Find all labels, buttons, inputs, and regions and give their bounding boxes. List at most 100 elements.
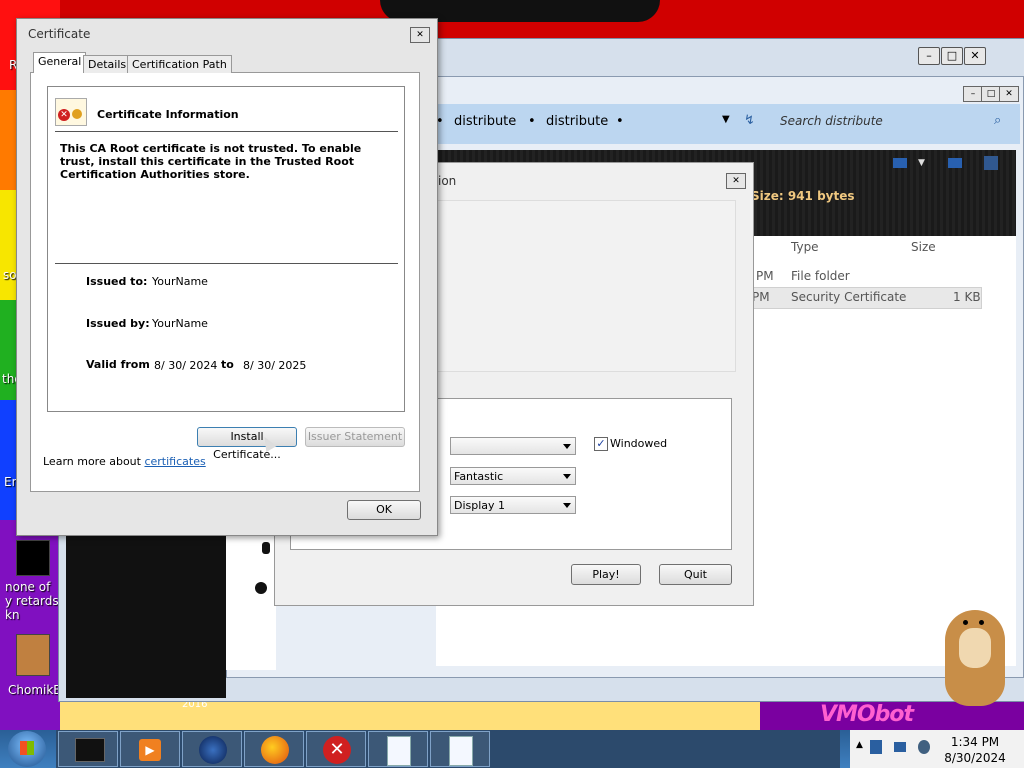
maximize-button[interactable]: □ bbox=[941, 47, 963, 65]
error-icon: ✕ bbox=[323, 736, 351, 764]
address-bar[interactable]: • distribute • distribute • ▼ ↯ Search d… bbox=[436, 104, 1020, 144]
valid-from-label: Valid from bbox=[86, 358, 150, 371]
dialog-title: Certificate bbox=[28, 27, 91, 41]
issuer-statement-button[interactable]: Issuer Statement bbox=[305, 427, 405, 447]
play-button[interactable]: Play! bbox=[571, 564, 641, 585]
desktop-icon-label[interactable]: none of y retards kn bbox=[5, 580, 61, 622]
column-header-size[interactable]: Size bbox=[911, 240, 936, 254]
valid-to-label: to bbox=[221, 358, 234, 371]
seal-icon bbox=[72, 109, 82, 119]
dropdown-arrow-icon bbox=[563, 474, 571, 479]
start-button[interactable] bbox=[8, 731, 46, 767]
taskbar-item-error[interactable]: ✕ bbox=[306, 731, 366, 767]
divider bbox=[55, 263, 398, 264]
issued-by-label: Issued by: bbox=[86, 317, 150, 330]
minimize-button[interactable]: – bbox=[963, 86, 983, 102]
windowed-label: Windowed bbox=[610, 437, 668, 450]
dropdown-arrow-icon[interactable]: ▼ bbox=[722, 114, 730, 125]
tab-certification-path[interactable]: Certification Path bbox=[127, 55, 232, 73]
error-icon: ✕ bbox=[58, 109, 70, 121]
hamster-eye bbox=[979, 620, 984, 625]
desktop-icon-label[interactable]: ChomikB bbox=[8, 683, 62, 697]
learn-more-text: Learn more about certificates bbox=[43, 455, 206, 468]
separator-icon: • bbox=[528, 114, 536, 129]
close-button[interactable]: ✕ bbox=[964, 47, 986, 65]
maximize-button[interactable]: □ bbox=[981, 86, 1001, 102]
taskbar-item-media-player[interactable]: ▶ bbox=[120, 731, 180, 767]
close-button[interactable]: ✕ bbox=[410, 27, 430, 43]
search-icon[interactable]: ⌕ bbox=[994, 113, 1001, 128]
display-combo[interactable]: Display 1 bbox=[450, 496, 576, 514]
desktop-label-fragment: so bbox=[3, 268, 17, 282]
ok-button[interactable]: OK bbox=[347, 500, 421, 520]
taskbar-item-firefox[interactable] bbox=[244, 731, 304, 767]
tab-details[interactable]: Details bbox=[83, 55, 132, 73]
issued-to-label: Issued to: bbox=[86, 275, 148, 288]
valid-to-value: 8/ 30/ 2025 bbox=[243, 359, 307, 372]
clock-date: 8/30/2024 bbox=[944, 751, 1006, 765]
separator-icon: • bbox=[616, 114, 624, 129]
issued-by-value: YourName bbox=[152, 317, 208, 330]
clock[interactable]: 1:34 PM 8/30/2024 bbox=[940, 734, 1010, 766]
wallpaper-shape bbox=[60, 700, 760, 730]
desktop-shortcut-icon[interactable] bbox=[16, 634, 50, 676]
row-type[interactable]: Security Certificate bbox=[791, 290, 906, 304]
dark-panel bbox=[66, 530, 226, 698]
breadcrumb-item[interactable]: distribute bbox=[546, 114, 608, 129]
quality-combo[interactable]: Fantastic bbox=[450, 467, 576, 485]
column-header-type[interactable]: Type bbox=[791, 240, 819, 254]
media-player-icon: ▶ bbox=[139, 739, 161, 761]
install-certificate-button[interactable]: Install Certificate... bbox=[197, 427, 297, 461]
windowed-checkbox[interactable]: ✓ bbox=[594, 437, 608, 451]
preview-pane-icon[interactable] bbox=[948, 158, 962, 168]
taskbar-item-terminal[interactable] bbox=[58, 731, 118, 767]
row-type[interactable]: File folder bbox=[791, 269, 850, 283]
certificate-heading: Certificate Information bbox=[97, 108, 239, 121]
volume-icon[interactable] bbox=[918, 740, 930, 754]
network-icon[interactable] bbox=[894, 742, 906, 752]
document-icon bbox=[387, 736, 411, 766]
quit-button[interactable]: Quit bbox=[659, 564, 732, 585]
file-size-label: Size: 941 bytes bbox=[751, 189, 855, 203]
firefox-icon bbox=[261, 736, 289, 764]
issued-to-value: YourName bbox=[152, 275, 208, 288]
taskbar-item-document[interactable] bbox=[430, 731, 490, 767]
hamster-eye bbox=[963, 620, 968, 625]
windows-logo-icon bbox=[20, 741, 34, 755]
document-icon bbox=[449, 736, 473, 766]
watermark-text: VMObot bbox=[820, 702, 914, 727]
minimize-button[interactable]: – bbox=[918, 47, 940, 65]
certificate-icon: ✕ bbox=[55, 98, 87, 126]
search-input[interactable]: Search distribute bbox=[780, 114, 883, 128]
nav-icon[interactable] bbox=[255, 582, 267, 594]
tray-app-icon[interactable] bbox=[870, 740, 882, 754]
close-button[interactable]: ✕ bbox=[999, 86, 1019, 102]
dropdown-arrow-icon bbox=[563, 503, 571, 508]
refresh-icon[interactable]: ↯ bbox=[744, 113, 755, 128]
row-time: PM bbox=[752, 290, 770, 304]
hamster-belly bbox=[959, 628, 991, 668]
dropdown-arrow-icon[interactable]: ▼ bbox=[918, 158, 925, 168]
trust-warning: This CA Root certificate is not trusted.… bbox=[60, 142, 362, 181]
valid-from-value: 8/ 30/ 2024 bbox=[154, 359, 218, 372]
breadcrumb-item[interactable]: distribute bbox=[454, 114, 516, 129]
dialog-title: ion bbox=[438, 174, 457, 188]
taskbar-item-document[interactable] bbox=[368, 731, 428, 767]
resolution-combo[interactable] bbox=[450, 437, 576, 455]
help-icon[interactable] bbox=[984, 156, 998, 170]
globe-icon bbox=[199, 736, 227, 764]
nav-icon[interactable] bbox=[262, 542, 270, 554]
taskbar-item-browser[interactable] bbox=[182, 731, 242, 767]
clock-time: 1:34 PM bbox=[950, 735, 1000, 749]
show-hidden-icons[interactable]: ▲ bbox=[856, 740, 863, 750]
tab-general[interactable]: General bbox=[33, 52, 87, 73]
divider bbox=[55, 131, 398, 132]
close-button[interactable]: ✕ bbox=[726, 173, 746, 189]
desktop-shortcut-icon[interactable] bbox=[16, 540, 50, 576]
certificates-link[interactable]: certificates bbox=[144, 455, 205, 468]
terminal-icon bbox=[75, 738, 105, 762]
row-size: 1 KB bbox=[953, 290, 981, 304]
hamster-image bbox=[945, 610, 1005, 706]
dropdown-arrow-icon bbox=[563, 444, 571, 449]
view-icon[interactable] bbox=[893, 158, 907, 168]
